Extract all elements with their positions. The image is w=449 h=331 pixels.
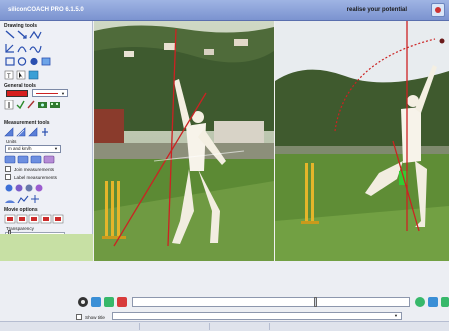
movie-4-icon[interactable] (40, 214, 52, 224)
join-measurements-checkbox[interactable] (5, 166, 11, 172)
rectangle-icon[interactable] (5, 57, 15, 66)
check-icon[interactable] (16, 100, 25, 110)
record-icon[interactable] (78, 297, 88, 307)
timeline-slider[interactable] (132, 297, 410, 307)
scale-icon[interactable] (42, 128, 48, 136)
video-frame-left (94, 21, 274, 261)
measurement-tool-row (4, 127, 48, 137)
image-icon[interactable] (28, 70, 39, 80)
camera-icon[interactable] (38, 102, 47, 108)
video-frame-right (275, 21, 449, 261)
marker-violet-icon[interactable] (35, 184, 43, 192)
measurement-tool-row2 (4, 155, 55, 164)
play-icon[interactable] (91, 297, 101, 307)
circle-icon[interactable] (17, 57, 27, 66)
ruler-icon[interactable] (4, 127, 14, 137)
movie-5-icon[interactable] (52, 214, 64, 224)
panel-footer-area (0, 234, 93, 261)
chevron-down-icon: ▼ (54, 146, 58, 151)
distance-icon[interactable] (28, 127, 38, 137)
arrow-icon[interactable] (17, 30, 27, 39)
show-title-label: Show title (85, 315, 105, 320)
marker-purple-icon[interactable] (15, 184, 23, 192)
section-measurement-tools: Measurement tools (4, 120, 50, 126)
status-bar (0, 321, 449, 331)
label-measurements-label: Label measurements (14, 175, 57, 180)
angle-icon[interactable] (5, 44, 14, 53)
annotation-point[interactable] (439, 38, 445, 44)
title-input[interactable] (112, 312, 402, 320)
curve-icon[interactable] (17, 46, 27, 53)
status-segment-1 (0, 323, 140, 330)
label-measurements-checkbox[interactable] (5, 174, 11, 180)
svg-text:T: T (7, 74, 11, 80)
section-movie-options: Movie options (4, 207, 38, 213)
join-measurements-label: Join measurements (14, 167, 55, 172)
logo-icon[interactable] (431, 3, 445, 17)
multi-line-icon[interactable] (29, 30, 42, 40)
marker-grey-icon[interactable] (25, 184, 33, 192)
filled-circle-icon[interactable] (30, 57, 38, 66)
video-panel-left[interactable] (94, 21, 274, 261)
show-title-checkbox[interactable] (76, 314, 82, 320)
section-drawing-tools: Drawing tools (4, 23, 38, 29)
angle-measure-icon[interactable] (16, 127, 26, 137)
line-icon[interactable] (5, 30, 15, 39)
protractor-icon[interactable] (5, 200, 15, 203)
freehand-icon[interactable] (29, 45, 42, 53)
app-title: siliconCOACH PRO 6.1.5.0 (8, 7, 84, 13)
stop-icon[interactable] (117, 297, 127, 307)
film-icon[interactable] (50, 102, 60, 108)
grid-icon[interactable] (41, 57, 51, 66)
movie-option-row (4, 214, 64, 224)
units-select[interactable]: m and km/h ▼ (5, 145, 61, 153)
drawing-tool-row2: T (4, 70, 39, 80)
lap-icon[interactable] (43, 155, 55, 164)
status-segment-3 (210, 323, 270, 330)
text-icon[interactable]: T (4, 70, 14, 80)
graph-icon[interactable] (17, 195, 29, 204)
step-icon[interactable] (104, 297, 114, 307)
timer-icon[interactable] (17, 155, 29, 164)
timeline-thumb[interactable] (314, 297, 317, 307)
line-style-select[interactable]: ▼ (32, 89, 68, 97)
split-icon[interactable] (30, 155, 42, 164)
save-icon[interactable] (428, 297, 438, 307)
app-tagline: realise your potential (346, 7, 407, 13)
export-icon[interactable] (441, 297, 449, 307)
pointer-icon[interactable] (16, 70, 26, 80)
video-panel-right[interactable] (275, 21, 449, 261)
chevron-down-icon[interactable]: ▼ (394, 313, 398, 318)
tool-panel: Drawing tools T General tools ▼ Measurem… (0, 21, 93, 261)
pen-icon[interactable] (27, 100, 35, 109)
general-tool-row (4, 100, 60, 110)
movie-1-icon[interactable] (4, 214, 16, 224)
drawing-tool-grid (5, 30, 51, 66)
units-value: m and km/h (8, 146, 32, 151)
color-swatch[interactable] (6, 90, 28, 97)
status-segment-2 (140, 323, 210, 330)
units-label: Units (6, 139, 17, 144)
cursor-icon[interactable] (4, 100, 14, 110)
stopwatch-icon[interactable] (4, 155, 16, 164)
movie-3-icon[interactable] (28, 214, 40, 224)
chevron-down-icon: ▼ (61, 91, 65, 96)
title-bar: siliconCOACH PRO 6.1.5.0 realise your po… (0, 0, 449, 21)
movie-2-icon[interactable] (16, 214, 28, 224)
refresh-icon[interactable] (415, 297, 425, 307)
measurement-tool-row3 (5, 184, 43, 204)
marker-blue-icon[interactable] (5, 184, 13, 192)
crosshair-icon[interactable] (31, 195, 39, 203)
